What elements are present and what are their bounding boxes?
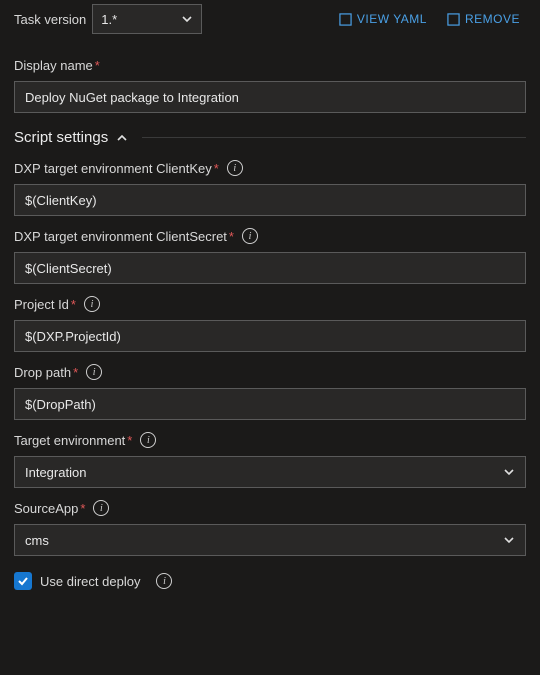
source-app-label: SourceApp	[14, 501, 78, 516]
client-key-input[interactable]	[14, 184, 526, 216]
required-marker: *	[95, 58, 100, 73]
required-marker: *	[229, 229, 234, 244]
client-secret-input[interactable]	[14, 252, 526, 284]
info-icon[interactable]: i	[93, 500, 109, 516]
remove-icon	[447, 13, 460, 26]
check-icon	[17, 575, 29, 587]
required-marker: *	[71, 297, 76, 312]
remove-button[interactable]: REMOVE	[447, 12, 520, 26]
top-actions: VIEW YAML REMOVE	[339, 12, 520, 26]
target-env-select[interactable]: Integration	[14, 456, 526, 488]
view-yaml-button[interactable]: VIEW YAML	[339, 12, 427, 26]
client-secret-label: DXP target environment ClientSecret	[14, 229, 227, 244]
chevron-down-icon	[181, 13, 193, 25]
target-env-label: Target environment	[14, 433, 125, 448]
yaml-icon	[339, 13, 352, 26]
drop-path-label: Drop path	[14, 365, 71, 380]
required-marker: *	[214, 161, 219, 176]
project-id-label: Project Id	[14, 297, 69, 312]
chevron-up-icon	[116, 132, 128, 144]
info-icon[interactable]: i	[227, 160, 243, 176]
chevron-down-icon	[503, 534, 515, 546]
section-header-script-settings[interactable]: Script settings	[14, 129, 526, 146]
task-version-value: 1.*	[101, 12, 117, 27]
required-marker: *	[80, 501, 85, 516]
task-version-select[interactable]: 1.*	[92, 4, 202, 34]
target-env-value: Integration	[25, 465, 86, 480]
info-icon[interactable]: i	[84, 296, 100, 312]
client-key-label: DXP target environment ClientKey	[14, 161, 212, 176]
required-marker: *	[127, 433, 132, 448]
task-version-label: Task version	[14, 12, 86, 27]
source-app-select[interactable]: cms	[14, 524, 526, 556]
info-icon[interactable]: i	[140, 432, 156, 448]
display-name-input[interactable]	[14, 81, 526, 113]
section-title: Script settings	[14, 129, 108, 146]
info-icon[interactable]: i	[86, 364, 102, 380]
required-marker: *	[73, 365, 78, 380]
direct-deploy-checkbox[interactable]	[14, 572, 32, 590]
info-icon[interactable]: i	[242, 228, 258, 244]
task-version-row: Task version 1.* VIEW YAML REMOVE	[14, 0, 526, 34]
display-name-label: Display name	[14, 58, 93, 73]
project-id-input[interactable]	[14, 320, 526, 352]
drop-path-input[interactable]	[14, 388, 526, 420]
direct-deploy-label: Use direct deploy	[40, 574, 140, 589]
chevron-down-icon	[503, 466, 515, 478]
source-app-value: cms	[25, 533, 49, 548]
section-divider	[142, 137, 526, 138]
info-icon[interactable]: i	[156, 573, 172, 589]
